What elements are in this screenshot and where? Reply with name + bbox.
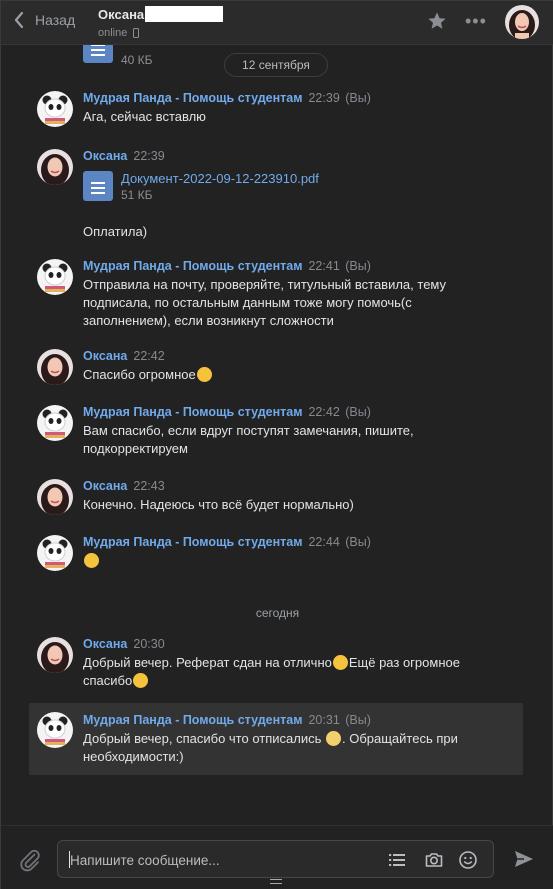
- avatar[interactable]: [37, 149, 73, 185]
- panda-avatar[interactable]: [37, 535, 73, 571]
- smile-emoji-icon: [84, 553, 99, 568]
- date-separator: 12 сентября: [224, 53, 328, 77]
- file-size: 51 КБ: [121, 188, 153, 202]
- message-text: Спасибо огромное: [83, 367, 196, 382]
- panda-avatar[interactable]: [37, 405, 73, 441]
- chat-window: Назад Оксана online ••• 40 КБ 12 сентябр…: [0, 0, 553, 889]
- chevron-left-icon: [14, 11, 24, 29]
- message-time[interactable]: 22:39: [308, 91, 339, 105]
- message-time[interactable]: 22:42: [308, 405, 339, 419]
- resize-handle[interactable]: [270, 879, 282, 884]
- you-label: (Вы): [345, 535, 371, 549]
- hugging-face-emoji-icon: [196, 367, 212, 382]
- avatar[interactable]: [37, 637, 73, 673]
- message-author[interactable]: Оксана: [83, 479, 127, 493]
- message-text-row: Добрый вечер, спасибо что отписались . О…: [83, 730, 503, 766]
- message-time[interactable]: 22:39: [133, 149, 164, 163]
- smile-emoji-icon: [133, 673, 149, 688]
- star-icon[interactable]: [427, 11, 447, 31]
- message: Оксана 22:43 Конечно. Надеюсь что всё буд…: [29, 479, 523, 519]
- message: Оксана 20:30 Добрый вечер. Реферат сдан н…: [29, 637, 523, 693]
- you-label: (Вы): [345, 259, 371, 273]
- message-feed[interactable]: 40 КБ 12 сентября Мудрая Панда - Помощь …: [1, 45, 553, 825]
- message-time[interactable]: 20:30: [133, 637, 164, 651]
- message-author[interactable]: Мудрая Панда - Помощь студентам: [83, 535, 302, 549]
- you-label: (Вы): [345, 405, 371, 419]
- message-text: Добрый вечер. Реферат сдан на отлично: [83, 655, 332, 670]
- message-author[interactable]: Мудрая Панда - Помощь студентам: [83, 713, 302, 727]
- message-time[interactable]: 20:31: [308, 713, 339, 727]
- message-author[interactable]: Оксана: [83, 149, 127, 163]
- camera-icon[interactable]: [424, 850, 444, 870]
- peer-status: online: [98, 27, 128, 39]
- attachment-file[interactable]: 40 КБ: [83, 45, 153, 67]
- message-text-row: Спасибо огромное: [83, 366, 503, 384]
- message-text: Добрый вечер, спасибо что отписались: [83, 731, 325, 746]
- message-text: [83, 552, 503, 570]
- chat-header: Назад Оксана online •••: [1, 1, 553, 45]
- message-text-row: Добрый вечер. Реферат сдан на отлично Ещё…: [83, 654, 503, 690]
- message-text: Ага, сейчас вставлю: [83, 109, 206, 124]
- message: Мудрая Панда - Помощь студентам 22:44 (Вы…: [29, 535, 523, 575]
- you-label: (Вы): [345, 713, 371, 727]
- emoji-icon[interactable]: [458, 850, 478, 870]
- message-author[interactable]: Оксана: [83, 637, 127, 651]
- date-separator-today: сегодня: [255, 606, 300, 620]
- attachment-file[interactable]: Документ-2022-09-12-223910.pdf 51 КБ: [83, 171, 319, 202]
- panda-avatar[interactable]: [37, 712, 73, 748]
- message-text: Отправила на почту, проверяйте, титульны…: [83, 277, 447, 328]
- message-time[interactable]: 22:43: [133, 479, 164, 493]
- message-author[interactable]: Мудрая Панда - Помощь студентам: [83, 405, 302, 419]
- avatar[interactable]: [505, 5, 539, 39]
- message-text: Вам спасибо, если вдруг поступят замечан…: [83, 423, 414, 456]
- more-icon[interactable]: •••: [465, 11, 487, 32]
- avatar[interactable]: [37, 479, 73, 515]
- redacted-name: [145, 6, 224, 22]
- peer-info[interactable]: Оксана online: [98, 6, 224, 39]
- message-time[interactable]: 22:44: [308, 535, 339, 549]
- message-text: Оплатила): [83, 224, 148, 239]
- rolling-eyes-emoji-icon: [326, 731, 341, 746]
- panda-avatar[interactable]: [37, 259, 73, 295]
- message-time[interactable]: 22:41: [308, 259, 339, 273]
- avatar[interactable]: [37, 349, 73, 385]
- document-icon: [83, 45, 113, 63]
- back-label: Назад: [35, 12, 76, 28]
- message: Оксана 22:39 Документ-2022-09-12-223910.p…: [29, 149, 523, 239]
- document-icon: [83, 171, 113, 201]
- message: Мудрая Панда - Помощь студентам 22:42 (Вы…: [29, 405, 523, 461]
- you-label: (Вы): [345, 91, 371, 105]
- message-text: Конечно. Надеюсь что всё будет нормально…: [83, 497, 354, 512]
- back-button[interactable]: Назад: [13, 11, 75, 29]
- message-input-box[interactable]: [57, 840, 494, 878]
- message: Мудрая Панда - Помощь студентам 22:39 (Вы…: [29, 91, 523, 131]
- message: Мудрая Панда - Помощь студентам 22:41 (Вы…: [29, 259, 523, 331]
- message-input[interactable]: [70, 850, 370, 870]
- message-time[interactable]: 22:42: [133, 349, 164, 363]
- mobile-phone-icon: [133, 28, 140, 38]
- panda-avatar[interactable]: [37, 91, 73, 127]
- list-icon[interactable]: [387, 850, 407, 870]
- file-size: 40 КБ: [121, 53, 153, 67]
- message-author[interactable]: Оксана: [83, 349, 127, 363]
- message-author[interactable]: Мудрая Панда - Помощь студентам: [83, 91, 302, 105]
- paperclip-icon[interactable]: [18, 848, 42, 872]
- message-author[interactable]: Мудрая Панда - Помощь студентам: [83, 259, 302, 273]
- message: Оксана 22:42 Спасибо огромное: [29, 349, 523, 389]
- message-highlighted[interactable]: Мудрая Панда - Помощь студентам 20:31 (Вы…: [29, 703, 523, 775]
- send-icon[interactable]: [513, 848, 535, 870]
- hugging-face-emoji-icon: [332, 655, 348, 670]
- peer-name: Оксана: [98, 6, 145, 22]
- file-name[interactable]: Документ-2022-09-12-223910.pdf: [121, 171, 319, 186]
